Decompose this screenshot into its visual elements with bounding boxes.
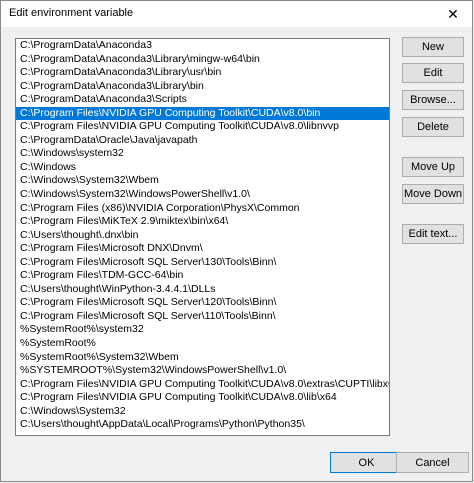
list-item[interactable]: C:\Program Files\NVIDIA GPU Computing To… <box>16 391 389 405</box>
list-item[interactable]: C:\Program Files\MiKTeX 2.9\miktex\bin\x… <box>16 215 389 229</box>
list-item[interactable]: C:\Program Files (x86)\NVIDIA Corporatio… <box>16 202 389 216</box>
list-item[interactable]: C:\Program Files\NVIDIA GPU Computing To… <box>16 378 389 392</box>
list-item[interactable]: C:\Users\thought\WinPython-3.4.4.1\DLLs <box>16 283 389 297</box>
list-item[interactable]: C:\Program Files\TDM-GCC-64\bin <box>16 269 389 283</box>
list-item[interactable]: C:\ProgramData\Anaconda3\Library\bin <box>16 80 389 94</box>
list-item[interactable]: C:\Users\thought\AppData\Local\Programs\… <box>16 418 389 432</box>
move-up-button[interactable]: Move Up <box>402 157 464 177</box>
list-item[interactable]: C:\Program Files\Microsoft SQL Server\12… <box>16 296 389 310</box>
browse-button[interactable]: Browse... <box>402 90 464 110</box>
title-bar: Edit environment variable ✕ <box>1 1 472 27</box>
list-item[interactable]: C:\Windows\system32 <box>16 147 389 161</box>
close-icon[interactable]: ✕ <box>438 3 468 25</box>
list-item[interactable]: C:\Windows\System32 <box>16 405 389 419</box>
list-item[interactable]: C:\ProgramData\Anaconda3\Library\usr\bin <box>16 66 389 80</box>
list-item[interactable]: C:\Program Files\NVIDIA GPU Computing To… <box>16 120 389 134</box>
list-item[interactable]: C:\Program Files\Microsoft SQL Server\11… <box>16 310 389 324</box>
list-item[interactable]: C:\Program Files\Microsoft DNX\Dnvm\ <box>16 242 389 256</box>
list-item[interactable]: %SystemRoot%\system32 <box>16 323 389 337</box>
cancel-button[interactable]: Cancel <box>396 452 469 473</box>
list-item[interactable]: %SystemRoot%\System32\Wbem <box>16 351 389 365</box>
list-item[interactable]: %SystemRoot% <box>16 337 389 351</box>
list-item[interactable]: C:\ProgramData\Anaconda3\Scripts <box>16 93 389 107</box>
list-item[interactable]: C:\Program Files\NVIDIA GPU Computing To… <box>16 106 389 121</box>
list-item[interactable]: C:\Users\thought\.dnx\bin <box>16 229 389 243</box>
list-item[interactable]: C:\ProgramData\Anaconda3\Library\mingw-w… <box>16 53 389 67</box>
list-item[interactable]: C:\Windows\System32\Wbem <box>16 174 389 188</box>
edit-button[interactable]: Edit <box>402 63 464 83</box>
list-item[interactable]: C:\Program Files\Microsoft SQL Server\13… <box>16 256 389 270</box>
list-item[interactable]: C:\Windows\System32\WindowsPowerShell\v1… <box>16 188 389 202</box>
dialog-title: Edit environment variable <box>9 7 134 19</box>
edit-text-button[interactable]: Edit text... <box>402 224 464 244</box>
edit-env-var-dialog: Edit environment variable ✕ C:\ProgramDa… <box>0 0 473 482</box>
list-item[interactable]: %SYSTEMROOT%\System32\WindowsPowerShell\… <box>16 364 389 378</box>
list-item[interactable]: C:\ProgramData\Oracle\Java\javapath <box>16 134 389 148</box>
move-down-button[interactable]: Move Down <box>402 184 464 204</box>
path-list[interactable]: C:\ProgramData\Anaconda3 C:\ProgramData\A… <box>15 38 390 436</box>
list-item[interactable]: C:\Windows <box>16 161 389 175</box>
delete-button[interactable]: Delete <box>402 117 464 137</box>
ok-button[interactable]: OK <box>330 452 403 473</box>
list-item[interactable]: C:\ProgramData\Anaconda3 <box>16 39 389 53</box>
new-button[interactable]: New <box>402 37 464 57</box>
